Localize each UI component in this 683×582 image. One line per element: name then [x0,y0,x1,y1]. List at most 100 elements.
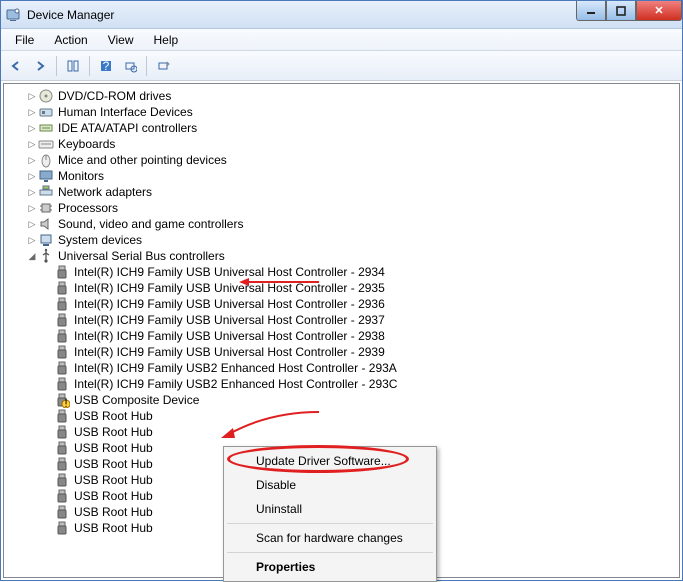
tree-item-label: Intel(R) ICH9 Family USB Universal Host … [74,281,385,295]
category-monitor[interactable]: ▷ Monitors [4,168,679,184]
keyboard-icon [38,136,54,152]
usb-dev-icon [54,344,70,360]
properties-button[interactable] [152,55,174,77]
category-disc[interactable]: ▷ DVD/CD-ROM drives [4,88,679,104]
tree-item-label: Human Interface Devices [58,105,193,119]
tree-item-label: IDE ATA/ATAPI controllers [58,121,197,135]
tree-item-label: USB Root Hub [74,425,153,439]
close-button[interactable]: ✕ [636,1,682,21]
ctx-uninstall[interactable]: Uninstall [226,497,434,521]
usb-dev-icon [54,424,70,440]
tree-item-label: Sound, video and game controllers [58,217,243,231]
tree-item-label: USB Root Hub [74,441,153,455]
expand-toggle[interactable]: ◢ [26,251,38,262]
forward-button[interactable] [29,55,51,77]
tree-item-label: USB Root Hub [74,457,153,471]
expand-toggle[interactable]: ▷ [26,203,38,214]
category-keyboard[interactable]: ▷Keyboards [4,136,679,152]
expand-toggle[interactable]: ▷ [26,155,38,166]
usb-device[interactable]: Intel(R) ICH9 Family USB Universal Host … [4,296,679,312]
usb-dev-icon [54,280,70,296]
usb-dev-icon [54,328,70,344]
help-button[interactable]: ? [95,55,117,77]
menu-help[interactable]: Help [144,31,189,49]
ctx-separator [227,552,433,553]
category-network[interactable]: ▷Network adapters [4,184,679,200]
toolbar: ? [1,51,682,81]
context-menu: Update Driver Software... Disable Uninst… [223,446,437,582]
tree-item-label: Universal Serial Bus controllers [58,249,225,263]
expand-toggle[interactable]: ▷ [26,235,38,246]
usb-dev-icon [54,360,70,376]
ctx-scan[interactable]: Scan for hardware changes [226,526,434,550]
sound-icon [38,216,54,232]
usb-device[interactable]: Intel(R) ICH9 Family USB2 Enhanced Host … [4,360,679,376]
expand-toggle[interactable]: ▷ [26,187,38,198]
usb-dev-icon [54,376,70,392]
window-buttons: ✕ [576,1,682,21]
ctx-update-driver[interactable]: Update Driver Software... [226,449,434,473]
expand-toggle[interactable]: ▷ [26,123,38,134]
menu-bar: File Action View Help [1,29,682,51]
minimize-button[interactable] [576,1,606,21]
category-mouse[interactable]: ▷Mice and other pointing devices [4,152,679,168]
tree-item-label: USB Root Hub [74,473,153,487]
tree-item-label: Intel(R) ICH9 Family USB Universal Host … [74,329,385,343]
tree-item-label: USB Composite Device [74,393,199,407]
category-hid[interactable]: ▷ Human Interface Devices [4,104,679,120]
monitor-icon [38,168,54,184]
usb-dev-icon [54,472,70,488]
usb-device[interactable]: Intel(R) ICH9 Family USB Universal Host … [4,344,679,360]
usb-device[interactable]: Intel(R) ICH9 Family USB Universal Host … [4,280,679,296]
tree-item-label: System devices [58,233,142,247]
expand-toggle[interactable]: ▷ [26,107,38,118]
usb-device[interactable]: Intel(R) ICH9 Family USB Universal Host … [4,264,679,280]
tree-item-label: USB Root Hub [74,505,153,519]
menu-file[interactable]: File [5,31,44,49]
expand-toggle[interactable]: ▷ [26,139,38,150]
toolbar-separator [146,56,147,76]
tree-item-label: Intel(R) ICH9 Family USB Universal Host … [74,313,385,327]
category-ide[interactable]: ▷ IDE ATA/ATAPI controllers [4,120,679,136]
tree-item-label: Intel(R) ICH9 Family USB Universal Host … [74,297,385,311]
usb-dev-icon: ! [54,392,70,408]
usb-cat-icon [38,248,54,264]
expand-toggle[interactable]: ▷ [26,171,38,182]
ctx-disable[interactable]: Disable [226,473,434,497]
menu-action[interactable]: Action [44,31,97,49]
usb-dev-icon [54,296,70,312]
system-icon [38,232,54,248]
network-icon [38,184,54,200]
back-button[interactable] [5,55,27,77]
usb-device[interactable]: Intel(R) ICH9 Family USB2 Enhanced Host … [4,376,679,392]
usb-device[interactable]: Intel(R) ICH9 Family USB Universal Host … [4,328,679,344]
usb-device[interactable]: USB Root Hub [4,424,679,440]
category-usb[interactable]: ◢ Universal Serial Bus controllers [4,248,679,264]
scan-hardware-button[interactable] [119,55,141,77]
ctx-separator [227,523,433,524]
maximize-button[interactable] [606,1,636,21]
tree-item-label: Intel(R) ICH9 Family USB2 Enhanced Host … [74,377,397,391]
usb-device[interactable]: Intel(R) ICH9 Family USB Universal Host … [4,312,679,328]
expand-toggle[interactable]: ▷ [26,91,38,102]
expand-toggle[interactable]: ▷ [26,219,38,230]
ide-icon [38,120,54,136]
show-hide-tree-button[interactable] [62,55,84,77]
tree-item-label: USB Root Hub [74,521,153,535]
category-cpu[interactable]: ▷Processors [4,200,679,216]
category-system[interactable]: ▷ System devices [4,232,679,248]
usb-device[interactable]: USB Root Hub [4,408,679,424]
tree-item-label: USB Root Hub [74,409,153,423]
usb-dev-icon [54,408,70,424]
app-icon [5,7,21,23]
usb-dev-icon [54,440,70,456]
menu-view[interactable]: View [98,31,144,49]
ctx-properties[interactable]: Properties [226,555,434,579]
usb-device[interactable]: ! USB Composite Device [4,392,679,408]
toolbar-separator [56,56,57,76]
title-bar[interactable]: Device Manager ✕ [1,1,682,29]
tree-item-label: DVD/CD-ROM drives [58,89,171,103]
tree-item-label: Monitors [58,169,104,183]
category-sound[interactable]: ▷ Sound, video and game controllers [4,216,679,232]
tree-item-label: Intel(R) ICH9 Family USB Universal Host … [74,265,385,279]
